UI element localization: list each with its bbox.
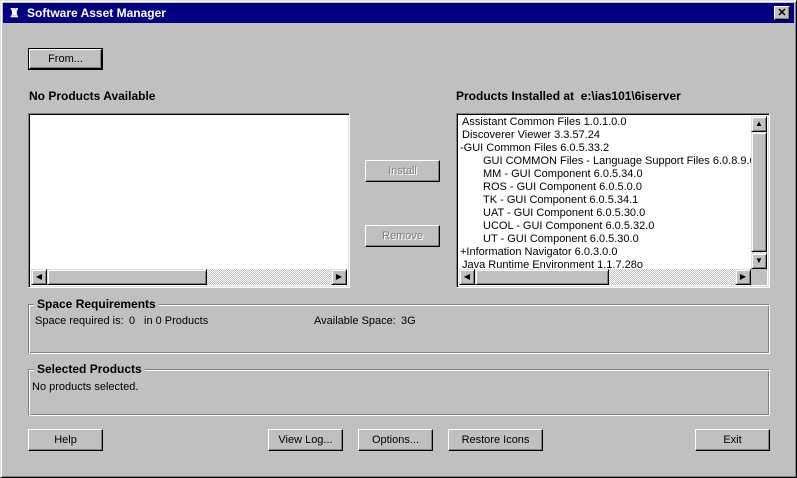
tree-item[interactable]: GUI COMMON Files - Language Support File… bbox=[483, 155, 751, 168]
installed-heading-prefix: Products Installed at bbox=[456, 89, 575, 103]
help-button-label: Help bbox=[54, 434, 77, 446]
selected-products-text: No products selected. bbox=[32, 381, 139, 393]
app-window: ♜ Software Asset Manager ✕ From... No Pr… bbox=[0, 0, 797, 478]
selected-products-group bbox=[28, 369, 770, 416]
tree-item[interactable]: ROS - GUI Component 6.0.5.0.0 bbox=[483, 181, 642, 194]
available-space-value: 3G bbox=[401, 315, 416, 327]
installed-products-tree[interactable]: Assistant Common Files 1.0.1.0.0 Discove… bbox=[456, 113, 770, 288]
tree-item[interactable]: UCOL - GUI Component 6.0.5.32.0 bbox=[483, 220, 654, 233]
close-button[interactable]: ✕ bbox=[774, 6, 790, 20]
from-button-label: From... bbox=[48, 53, 83, 65]
space-requirements-title: Space Requirements bbox=[34, 297, 159, 311]
remove-button[interactable]: Remove bbox=[365, 225, 440, 247]
title-bar[interactable]: ♜ Software Asset Manager ✕ bbox=[3, 3, 794, 23]
tree-item[interactable]: MM - GUI Component 6.0.5.34.0 bbox=[483, 168, 643, 181]
arrow-down-icon: ▼ bbox=[755, 256, 763, 265]
space-requirements-group bbox=[28, 304, 770, 354]
installed-heading: Products Installed at e:\ias101\6iserver bbox=[456, 89, 681, 103]
scroll-corner bbox=[751, 269, 767, 285]
exit-button[interactable]: Exit bbox=[695, 429, 770, 451]
tree-item[interactable]: Java Runtime Environment 1.1.7.28o bbox=[462, 259, 643, 269]
install-button[interactable]: Install bbox=[365, 160, 440, 182]
options-button[interactable]: Options... bbox=[358, 429, 433, 451]
install-button-label: Install bbox=[388, 165, 417, 177]
tree-item[interactable]: UT - GUI Component 6.0.5.30.0 bbox=[483, 233, 639, 246]
tree-item[interactable]: Discoverer Viewer 3.3.57.24 bbox=[462, 129, 600, 142]
scroll-down-button[interactable]: ▼ bbox=[751, 253, 767, 269]
arrow-left-icon: ◀ bbox=[463, 272, 471, 281]
scroll-right-button[interactable]: ▶ bbox=[735, 269, 751, 285]
scroll-thumb[interactable] bbox=[47, 269, 207, 285]
close-icon: ✕ bbox=[777, 7, 787, 19]
tree-item[interactable]: -GUI Common Files 6.0.5.33.2 bbox=[460, 142, 609, 155]
installed-path: e:\ias101\6iserver bbox=[580, 89, 681, 103]
available-space-label: Available Space: bbox=[314, 315, 396, 327]
scroll-thumb[interactable] bbox=[475, 269, 609, 285]
exit-button-label: Exit bbox=[723, 434, 742, 446]
tree-item[interactable]: Assistant Common Files 1.0.1.0.0 bbox=[462, 116, 626, 129]
available-heading: No Products Available bbox=[29, 89, 156, 103]
space-products-count: in 0 Products bbox=[144, 315, 209, 327]
available-products-list[interactable]: ◀ ▶ bbox=[28, 113, 350, 288]
restore-icons-button-label: Restore Icons bbox=[461, 434, 530, 446]
available-hscrollbar[interactable]: ◀ ▶ bbox=[31, 269, 347, 285]
scroll-thumb[interactable] bbox=[751, 132, 767, 252]
scroll-left-button[interactable]: ◀ bbox=[459, 269, 475, 285]
window-title: Software Asset Manager bbox=[27, 6, 166, 20]
remove-button-label: Remove bbox=[382, 230, 423, 242]
view-log-button-label: View Log... bbox=[278, 434, 333, 446]
space-required-label: Space required is: bbox=[35, 315, 124, 327]
selected-products-title: Selected Products bbox=[34, 362, 145, 376]
arrow-left-icon: ◀ bbox=[35, 272, 43, 281]
space-required-value: 0 bbox=[129, 315, 136, 327]
scroll-right-button[interactable]: ▶ bbox=[331, 269, 347, 285]
scroll-left-button[interactable]: ◀ bbox=[31, 269, 47, 285]
arrow-right-icon: ▶ bbox=[335, 272, 343, 281]
tree-item[interactable]: +Information Navigator 6.0.3.0.0 bbox=[460, 246, 617, 259]
help-button[interactable]: Help bbox=[28, 429, 103, 451]
app-icon: ♜ bbox=[9, 6, 20, 20]
view-log-button[interactable]: View Log... bbox=[268, 429, 343, 451]
tree-item[interactable]: UAT - GUI Component 6.0.5.30.0 bbox=[483, 207, 645, 220]
scroll-up-button[interactable]: ▲ bbox=[751, 116, 767, 132]
arrow-right-icon: ▶ bbox=[739, 272, 747, 281]
tree-item[interactable]: TK - GUI Component 6.0.5.34.1 bbox=[483, 194, 638, 207]
restore-icons-button[interactable]: Restore Icons bbox=[448, 429, 543, 451]
installed-vscrollbar[interactable]: ▲ ▼ bbox=[751, 116, 767, 269]
installed-hscrollbar[interactable]: ◀ ▶ bbox=[459, 269, 751, 285]
arrow-up-icon: ▲ bbox=[755, 119, 763, 128]
from-button[interactable]: From... bbox=[28, 48, 103, 70]
options-button-label: Options... bbox=[371, 434, 420, 446]
installed-tree-body: Assistant Common Files 1.0.1.0.0 Discove… bbox=[457, 114, 751, 269]
